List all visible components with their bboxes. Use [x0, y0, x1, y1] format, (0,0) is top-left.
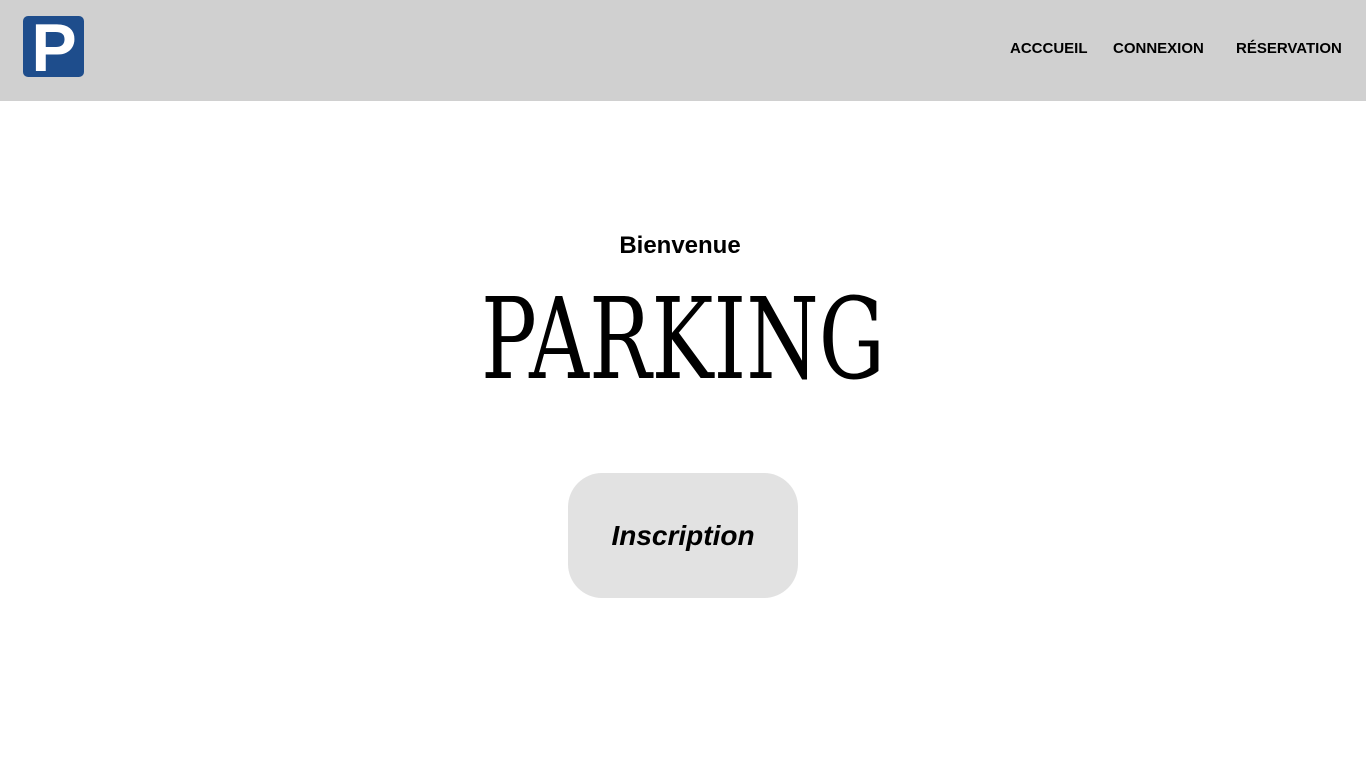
welcome-heading: Bienvenue — [619, 232, 741, 259]
parking-title: PARKING — [481, 290, 885, 385]
parking-title-text: PARKING — [481, 290, 885, 385]
parking-logo[interactable]: P — [23, 14, 84, 82]
inscription-button[interactable]: Inscription — [568, 473, 798, 598]
nav-link-connexion[interactable]: CONNEXION — [1113, 40, 1204, 60]
nav-link-reservation[interactable]: RÉSERVATION — [1236, 40, 1342, 60]
inscription-button-label: Inscription — [611, 519, 755, 551]
parking-sign-icon: P — [31, 9, 77, 86]
top-header: P ACCCUEIL CONNEXION RÉSERVATION — [0, 0, 1366, 101]
nav-link-accueil[interactable]: ACCCUEIL — [1010, 40, 1088, 60]
